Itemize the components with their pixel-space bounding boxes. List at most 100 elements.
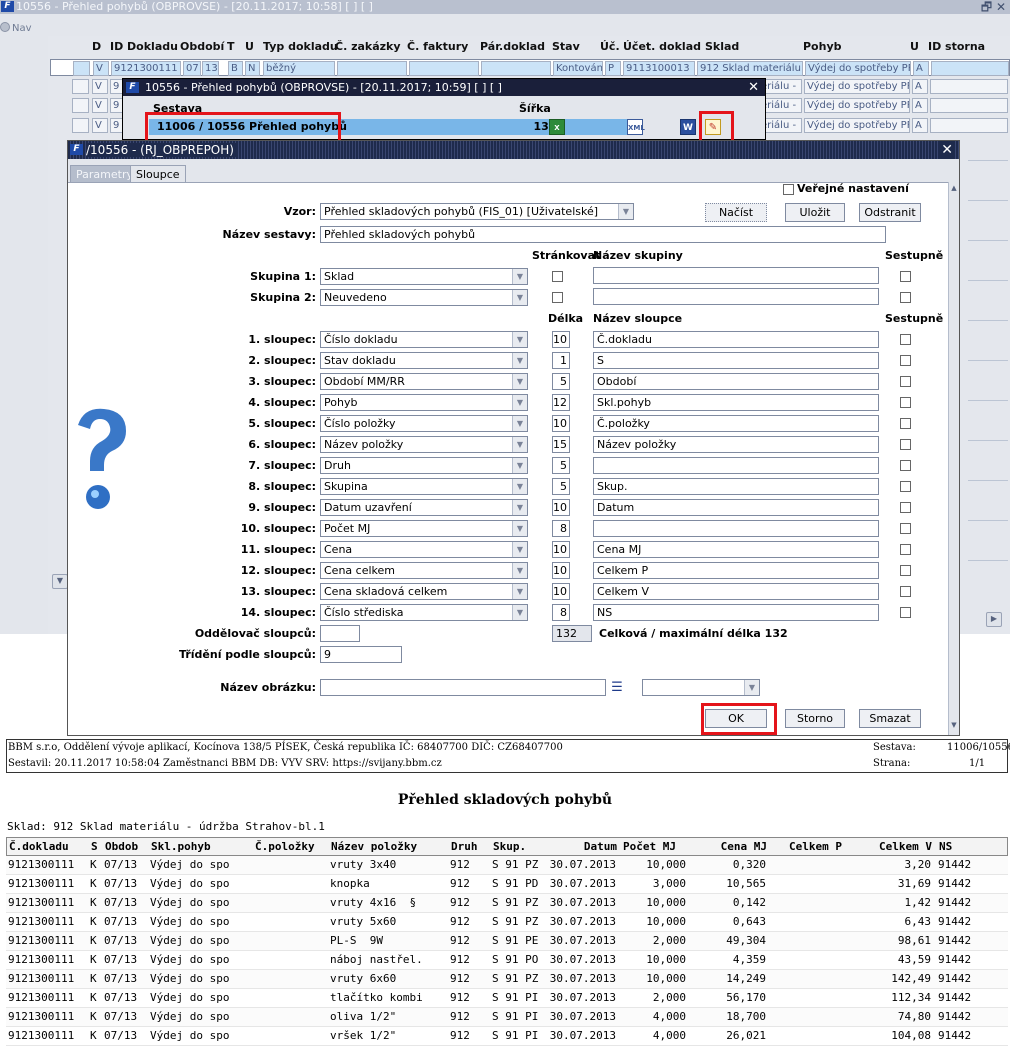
column-source-select[interactable]: Období MM/RR ▼: [320, 373, 528, 390]
public-settings-checkbox[interactable]: [783, 184, 794, 195]
column-length-input[interactable]: 15: [552, 436, 570, 453]
xml-icon[interactable]: XML: [627, 119, 645, 135]
cell-select[interactable]: [72, 79, 89, 94]
cell-stav[interactable]: Kontován: [553, 61, 603, 76]
column-descending-checkbox[interactable]: [900, 439, 911, 450]
column-descending-checkbox[interactable]: [900, 523, 911, 534]
close-icon[interactable]: ✕: [939, 141, 955, 159]
column-source-select[interactable]: Číslo položky ▼: [320, 415, 528, 432]
grid-scroll-right[interactable]: ▶: [986, 612, 1002, 627]
column-source-select[interactable]: Stav dokladu ▼: [320, 352, 528, 369]
grid-header-ucet[interactable]: Účet. doklad: [623, 40, 701, 53]
group2-select[interactable]: Neuvedeno ▼: [320, 289, 528, 306]
cell-pohyb[interactable]: Výdej do spotřeby PR: [805, 61, 911, 76]
word-icon[interactable]: W: [680, 119, 696, 135]
cell-ucet[interactable]: 9113100013: [623, 61, 695, 76]
grid-header-storno[interactable]: ID storna: [928, 40, 985, 53]
grid-header-pardoklad[interactable]: Pár.doklad: [480, 40, 545, 53]
column-length-input[interactable]: 10: [552, 331, 570, 348]
cell-id[interactable]: 9121300111: [111, 61, 181, 76]
cell-typ[interactable]: běžný: [263, 61, 335, 76]
cell-pardoklad[interactable]: [481, 61, 551, 76]
cell-uc[interactable]: P: [605, 61, 621, 76]
group1-descending-checkbox[interactable]: [900, 271, 911, 282]
group2-descending-checkbox[interactable]: [900, 292, 911, 303]
column-length-input[interactable]: 10: [552, 499, 570, 516]
column-name-input[interactable]: [593, 457, 879, 474]
nav-toggle[interactable]: Nav: [0, 22, 32, 34]
column-source-select[interactable]: Cena skladová celkem ▼: [320, 583, 528, 600]
column-name-input[interactable]: Skl.pohyb: [593, 394, 879, 411]
column-descending-checkbox[interactable]: [900, 355, 911, 366]
column-length-input[interactable]: 10: [552, 583, 570, 600]
column-descending-checkbox[interactable]: [900, 544, 911, 555]
column-length-input[interactable]: 10: [552, 541, 570, 558]
column-name-input[interactable]: Č.dokladu: [593, 331, 879, 348]
cell-u2[interactable]: A: [912, 98, 928, 113]
column-descending-checkbox[interactable]: [900, 376, 911, 387]
column-descending-checkbox[interactable]: [900, 607, 911, 618]
column-source-select[interactable]: Skupina ▼: [320, 478, 528, 495]
group1-name-input[interactable]: [593, 267, 879, 284]
cell-select[interactable]: [73, 61, 90, 76]
column-descending-checkbox[interactable]: [900, 460, 911, 471]
column-name-input[interactable]: Č.položky: [593, 415, 879, 432]
column-name-input[interactable]: Skup.: [593, 478, 879, 495]
column-name-input[interactable]: Celkem V: [593, 583, 879, 600]
sort-input[interactable]: 9: [320, 646, 402, 663]
column-source-select[interactable]: Číslo dokladu ▼: [320, 331, 528, 348]
column-name-input[interactable]: Název položky: [593, 436, 879, 453]
group2-name-input[interactable]: [593, 288, 879, 305]
grid-header-obdobi[interactable]: Období: [180, 40, 224, 53]
grid-header-u[interactable]: U: [245, 40, 254, 53]
grid-header-u2[interactable]: U: [910, 40, 919, 53]
cell-storno[interactable]: [930, 98, 1008, 113]
load-button[interactable]: Načíst: [705, 203, 767, 222]
column-name-input[interactable]: Datum: [593, 499, 879, 516]
column-source-select[interactable]: Datum uzavření ▼: [320, 499, 528, 516]
cell-t[interactable]: B: [228, 61, 243, 76]
cell-pohyb[interactable]: Výdej do spotřeby PR: [804, 79, 910, 94]
cell-obdobi-m[interactable]: 07: [183, 61, 201, 76]
column-source-select[interactable]: Číslo střediska ▼: [320, 604, 528, 621]
grid-header-pohyb[interactable]: Pohyb: [803, 40, 842, 53]
group2-paging-checkbox[interactable]: [552, 292, 563, 303]
cell-storno[interactable]: [931, 61, 1009, 76]
cell-d[interactable]: V: [92, 118, 108, 133]
image-select[interactable]: ▼: [642, 679, 760, 696]
column-length-input[interactable]: 5: [552, 373, 570, 390]
cell-d[interactable]: V: [92, 79, 108, 94]
column-length-input[interactable]: 10: [552, 562, 570, 579]
column-descending-checkbox[interactable]: [900, 397, 911, 408]
grid-header-uc[interactable]: Úč.: [600, 40, 620, 53]
column-name-input[interactable]: S: [593, 352, 879, 369]
cell-pohyb[interactable]: Výdej do spotřeby PR: [804, 98, 910, 113]
column-source-select[interactable]: Pohyb ▼: [320, 394, 528, 411]
window-controls[interactable]: 🗗 ✕: [981, 0, 1006, 14]
cell-d[interactable]: V: [92, 98, 108, 113]
cell-select[interactable]: [72, 98, 89, 113]
grid-header-zakazka[interactable]: Č. zakázky: [335, 40, 401, 53]
cell-obdobi-r[interactable]: 13: [202, 61, 219, 76]
grid-header-d[interactable]: D: [92, 40, 101, 53]
column-descending-checkbox[interactable]: [900, 334, 911, 345]
column-length-input[interactable]: 12: [552, 394, 570, 411]
group1-select[interactable]: Sklad ▼: [320, 268, 528, 285]
list-icon[interactable]: ☰: [610, 679, 624, 696]
report-name-input[interactable]: Přehled skladových pohybů: [320, 226, 886, 243]
cell-storno[interactable]: [930, 79, 1008, 94]
column-length-input[interactable]: 10: [552, 415, 570, 432]
scroll-down-icon[interactable]: ▼: [950, 721, 958, 731]
grid-header-faktura[interactable]: Č. faktury: [407, 40, 468, 53]
separator-input[interactable]: [320, 625, 360, 642]
cancel-button[interactable]: Storno: [785, 709, 845, 728]
cell-zakazka[interactable]: [337, 61, 407, 76]
cell-faktura[interactable]: [409, 61, 479, 76]
column-descending-checkbox[interactable]: [900, 481, 911, 492]
column-length-input[interactable]: 8: [552, 604, 570, 621]
delete-button[interactable]: Smazat: [859, 709, 921, 728]
grid-header-sklad[interactable]: Sklad: [705, 40, 739, 53]
vzor-select[interactable]: Přehled skladových pohybů (FIS_01) [Uživ…: [320, 203, 634, 220]
cell-d[interactable]: V: [93, 61, 109, 76]
cell-u[interactable]: N: [245, 61, 260, 76]
